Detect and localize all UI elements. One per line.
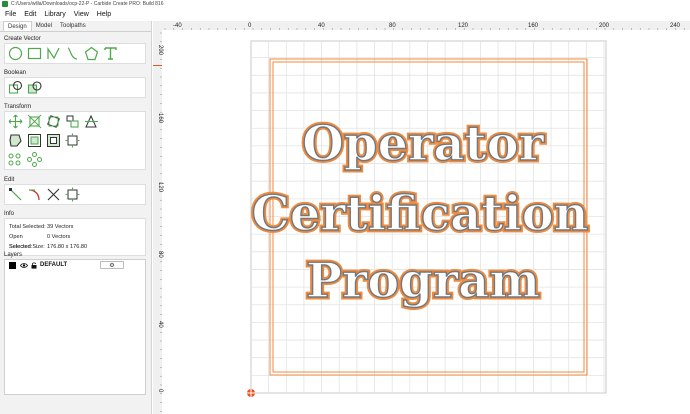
panel-tabs: Design Model Toolpaths — [0, 21, 151, 32]
x-tick-label: 240 — [670, 23, 681, 29]
menu-library[interactable]: Library — [44, 11, 65, 18]
x-tick-label: 40 — [318, 23, 325, 29]
menu-edit[interactable]: Edit — [24, 11, 36, 18]
gear-icon: ⚙ — [109, 262, 115, 269]
align-icon[interactable] — [65, 114, 80, 129]
title-bar: C:/Users/willa/Downloads/ocp-22-P - Carb… — [0, 0, 690, 8]
trim-icon[interactable] — [46, 187, 61, 202]
inset-icon[interactable] — [27, 133, 42, 148]
rectangle-icon[interactable] — [27, 46, 42, 61]
layer-settings-button[interactable]: ⚙ — [100, 261, 124, 269]
curve-icon[interactable] — [46, 46, 61, 61]
edit-section: Edit — [4, 177, 146, 205]
eye-icon[interactable] — [20, 262, 28, 269]
layer-name: DEFAULT — [40, 262, 68, 268]
transform-section: Transform — [4, 104, 146, 170]
info-section: Info Total Selected: 39 Vectors Open Sel… — [4, 211, 146, 256]
join-icon[interactable] — [65, 187, 80, 202]
layers-list: DEFAULT ⚙ — [4, 259, 146, 395]
polyline-icon[interactable] — [65, 46, 80, 61]
mirror-icon[interactable] — [84, 114, 99, 129]
info-open-selected: Open Selected: 0 Vectors — [9, 234, 71, 250]
x-tick-label: 120 — [458, 23, 469, 29]
move-icon[interactable] — [8, 114, 23, 129]
origin-marker-icon — [247, 389, 255, 397]
x-tick-label: 200 — [599, 23, 610, 29]
polygon-icon[interactable] — [84, 46, 99, 61]
design-panel: Design Model Toolpaths Create Vector Boo… — [0, 21, 152, 414]
subtract-icon[interactable] — [27, 80, 42, 95]
text-icon[interactable] — [103, 46, 118, 61]
canvas-svg[interactable]: -40 0 40 80 120 160 200 240 200 160 120 … — [153, 21, 690, 414]
circular-array-icon[interactable] — [27, 152, 42, 167]
text-line-1[interactable]: Operator — [301, 115, 545, 172]
boolean-title: Boolean — [4, 70, 27, 76]
layers-title: Layers — [4, 252, 23, 258]
text-line-3[interactable]: Program — [305, 252, 541, 309]
text-line-2[interactable]: Certification — [251, 185, 589, 242]
layer-row[interactable]: DEFAULT ⚙ — [5, 260, 145, 270]
info-total-selected: Total Selected: 39 Vectors — [9, 224, 74, 230]
transform-title: Transform — [4, 104, 32, 110]
vertical-ruler — [153, 21, 162, 414]
menu-file[interactable]: File — [5, 11, 16, 18]
y-tick-label: 160 — [157, 113, 163, 124]
app-window: C:/Users/willa/Downloads/ocp-22-P - Carb… — [0, 0, 690, 414]
y-tick-label: 200 — [157, 45, 163, 56]
node-edit-icon[interactable] — [8, 187, 23, 202]
array-icon[interactable] — [8, 152, 23, 167]
offset-icon[interactable] — [8, 133, 23, 148]
outline-icon[interactable] — [46, 133, 61, 148]
boolean-section: Boolean — [4, 70, 146, 98]
horizontal-ruler — [153, 21, 690, 30]
union-icon[interactable] — [8, 80, 23, 95]
lock-icon[interactable] — [31, 261, 37, 269]
menu-view[interactable]: View — [74, 11, 89, 18]
edit-title: Edit — [4, 177, 15, 183]
x-tick-label: 160 — [528, 23, 539, 29]
y-tick-label: 80 — [157, 251, 163, 258]
tab-model[interactable]: Model — [32, 21, 56, 31]
x-tick-label: -40 — [173, 23, 182, 29]
create-vector-title: Create Vector — [4, 36, 41, 42]
ruler-marker — [153, 65, 162, 66]
fillet-icon[interactable] — [27, 187, 42, 202]
layer-color-swatch[interactable] — [9, 261, 16, 269]
info-title: Info — [4, 211, 15, 217]
tab-design[interactable]: Design — [3, 21, 32, 31]
design-canvas[interactable]: -40 0 40 80 120 160 200 240 200 160 120 … — [153, 21, 690, 414]
x-tick-label: 80 — [389, 23, 396, 29]
info-selected-size: Selected Size: 176.80 x 176.80 — [9, 244, 88, 250]
tab-toolpaths[interactable]: Toolpaths — [56, 21, 90, 31]
y-tick-label: 40 — [157, 321, 163, 328]
window-title: C:/Users/willa/Downloads/ocp-22-P - Carb… — [11, 1, 164, 7]
scale-icon[interactable] — [27, 114, 42, 129]
menu-help[interactable]: Help — [97, 11, 111, 18]
create-vector-section: Create Vector — [4, 36, 146, 64]
y-tick-label: 120 — [157, 182, 163, 193]
group-icon[interactable] — [65, 133, 80, 148]
menu-bar: File Edit Library View Help — [0, 8, 690, 20]
rotate-icon[interactable] — [46, 114, 61, 129]
app-logo-icon — [2, 1, 8, 7]
circle-icon[interactable] — [8, 46, 23, 61]
layers-section: Layers DEFAULT ⚙ — [4, 252, 146, 395]
